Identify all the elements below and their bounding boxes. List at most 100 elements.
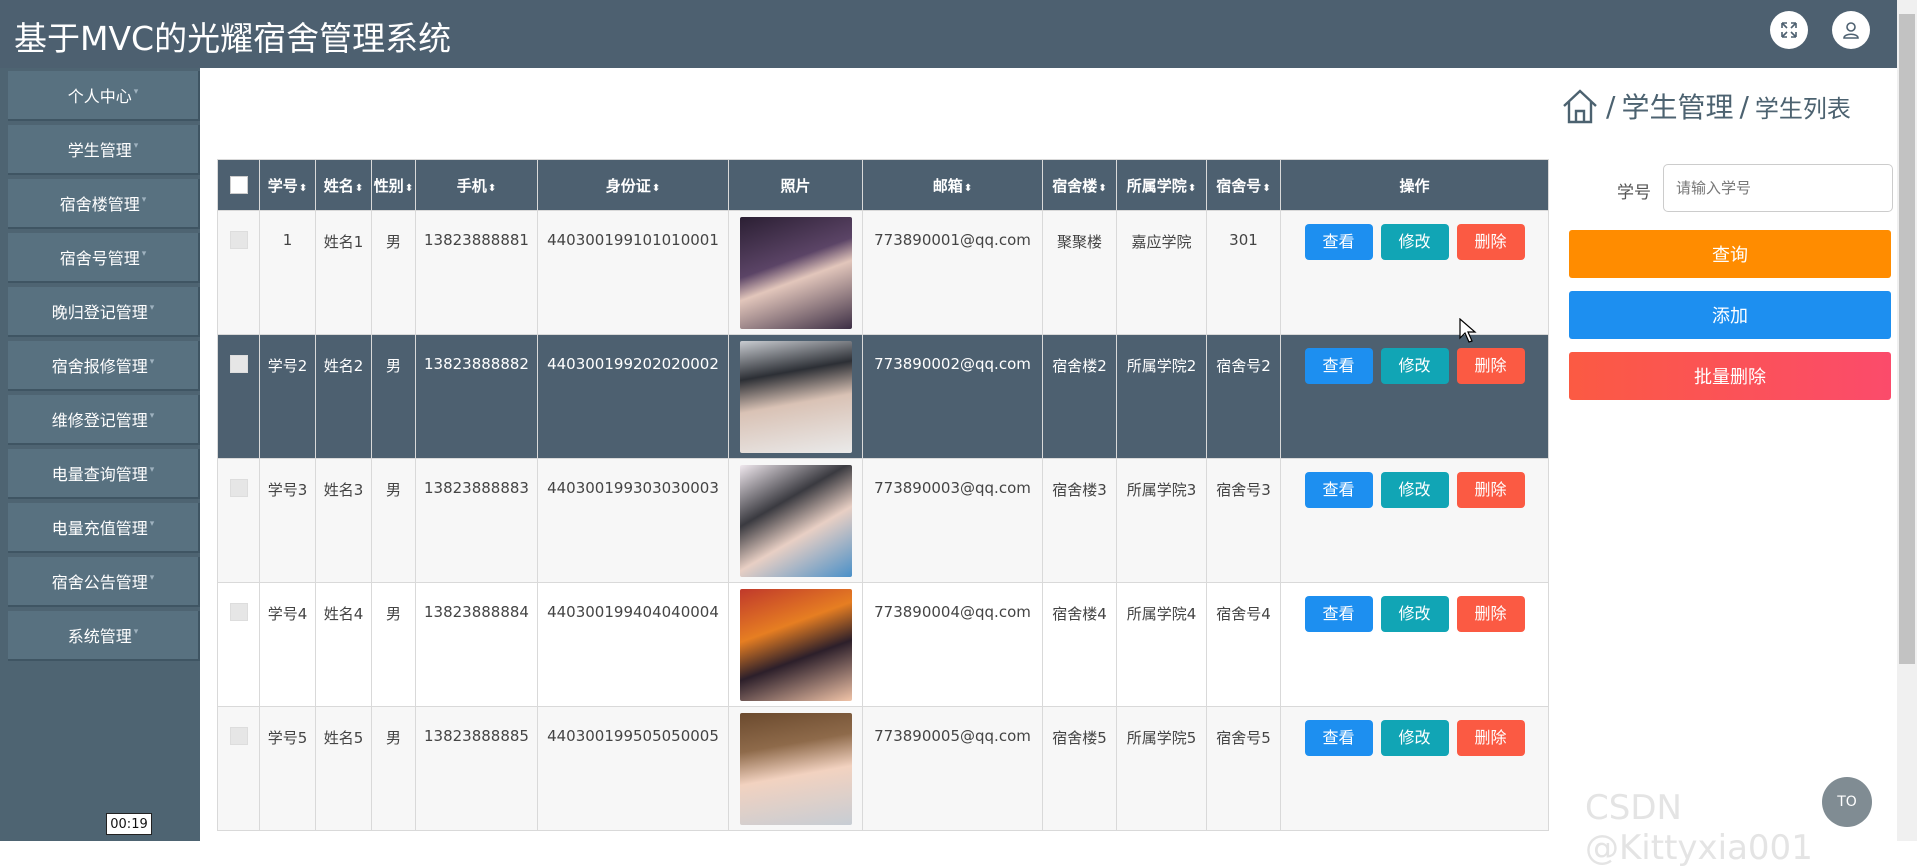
cell-gender: 男 (371, 706, 416, 831)
view-button[interactable]: 查看 (1304, 596, 1373, 632)
sidebar-item-power-recharge[interactable]: 电量充值管理 ▾ (8, 503, 200, 553)
add-button[interactable]: 添加 (1569, 291, 1891, 339)
column-header-email[interactable]: 邮箱⬍ (862, 159, 1043, 211)
sidebar-item-late-return[interactable]: 晚归登记管理 ▾ (8, 287, 200, 337)
sidebar-item-room[interactable]: 宿舍号管理 ▾ (8, 233, 200, 283)
page-scrollbar-thumb[interactable] (1899, 14, 1915, 664)
fullscreen-button[interactable] (1770, 11, 1808, 49)
watermark: CSDN @Kittyxia001 (1585, 788, 1813, 868)
caret-down-icon: ▾ (149, 465, 155, 475)
sidebar-item-power-query[interactable]: 电量查询管理 ▾ (8, 449, 200, 499)
batch-delete-button[interactable]: 批量删除 (1569, 352, 1891, 400)
delete-button[interactable]: 删除 (1456, 596, 1525, 632)
edit-button[interactable]: 修改 (1380, 596, 1449, 632)
sort-icon[interactable]: ⬍ (355, 183, 363, 194)
column-header-idcard[interactable]: 身份证⬍ (537, 159, 729, 211)
breadcrumb-student-management[interactable]: 学生管理 (1621, 86, 1733, 126)
sidebar-item-repair-request[interactable]: 宿舍报修管理 ▾ (8, 341, 200, 391)
cell-actions: 查看 修改 删除 (1280, 334, 1549, 459)
column-header-room[interactable]: 宿舍号⬍ (1206, 159, 1281, 211)
sidebar: 个人中心 ▾ 学生管理 ▾ 宿舍楼管理 ▾ 宿舍号管理 ▾ 晚归登记管理 ▾ 宿舍报修管理… (0, 68, 200, 841)
sidebar-item-student[interactable]: 学生管理 ▾ (8, 125, 200, 175)
view-button[interactable]: 查看 (1304, 224, 1373, 260)
column-header-gender[interactable]: 性别⬍ (371, 159, 416, 211)
delete-button[interactable]: 删除 (1456, 472, 1525, 508)
column-header-phone[interactable]: 手机⬍ (415, 159, 538, 211)
cell-idcard: 440300199505050005 (537, 706, 729, 831)
user-icon (1843, 22, 1859, 39)
sidebar-item-building[interactable]: 宿舍楼管理 ▾ (8, 179, 200, 229)
cell-room: 301 (1206, 210, 1281, 335)
cell-building: 聚聚楼 (1042, 210, 1117, 335)
cell-name: 姓名4 (315, 582, 372, 707)
cell-phone: 13823888881 (415, 210, 538, 335)
row-checkbox-cell[interactable] (217, 334, 260, 459)
video-timestamp: 00:19 (106, 813, 152, 835)
select-all-checkbox[interactable] (229, 176, 248, 194)
column-header-id[interactable]: 学号⬍ (259, 159, 316, 211)
row-checkbox-cell[interactable] (217, 706, 260, 831)
sort-icon[interactable]: ⬍ (488, 183, 496, 194)
home-icon[interactable] (1560, 86, 1600, 126)
sort-icon[interactable]: ⬍ (405, 183, 413, 194)
row-checkbox-cell[interactable] (217, 458, 260, 583)
delete-button[interactable]: 删除 (1456, 224, 1525, 260)
column-header-building[interactable]: 宿舍楼⬍ (1042, 159, 1117, 211)
view-button[interactable]: 查看 (1304, 472, 1373, 508)
row-checkbox[interactable] (229, 355, 248, 373)
select-all-cell[interactable] (217, 159, 260, 211)
cell-room: 宿舍号5 (1206, 706, 1281, 831)
caret-down-icon: ▾ (133, 627, 139, 637)
row-checkbox[interactable] (229, 231, 248, 249)
column-label: 照片 (780, 176, 811, 195)
sort-icon[interactable]: ⬍ (1262, 183, 1270, 194)
table-row[interactable]: 学号5 姓名5 男 13823888885 440300199505050005… (217, 706, 1549, 831)
cell-name: 姓名3 (315, 458, 372, 583)
cell-actions: 查看 修改 删除 (1280, 210, 1549, 335)
sidebar-item-system[interactable]: 系统管理 ▾ (8, 611, 200, 661)
sort-icon[interactable]: ⬍ (964, 183, 972, 194)
query-button[interactable]: 查询 (1569, 230, 1891, 278)
row-checkbox[interactable] (229, 603, 248, 621)
sidebar-item-notice[interactable]: 宿舍公告管理 ▾ (8, 557, 200, 607)
top-header-bar: 基于MVC的光耀宿舍管理系统 (0, 0, 1917, 68)
table-row[interactable]: 学号4 姓名4 男 13823888884 440300199404040004… (217, 582, 1549, 707)
user-button[interactable] (1832, 11, 1870, 49)
sort-icon[interactable]: ⬍ (652, 183, 660, 194)
column-label: 学号 (267, 176, 298, 195)
cell-college: 所属学院3 (1116, 458, 1207, 583)
column-label: 手机 (456, 176, 487, 195)
cell-email: 773890005@qq.com (862, 706, 1043, 831)
table-row[interactable]: 1 姓名1 男 13823888881 440300199101010001 7… (217, 210, 1549, 335)
row-checkbox[interactable] (229, 479, 248, 497)
edit-button[interactable]: 修改 (1380, 472, 1449, 508)
sidebar-item-label: 宿舍报修管理 (51, 357, 148, 376)
sort-icon[interactable]: ⬍ (1188, 183, 1196, 194)
caret-down-icon: ▾ (141, 195, 147, 205)
cell-idcard: 440300199303030003 (537, 458, 729, 583)
student-id-search-input[interactable] (1663, 164, 1893, 212)
cell-email: 773890002@qq.com (862, 334, 1043, 459)
sidebar-item-repair-record[interactable]: 维修登记管理 ▾ (8, 395, 200, 445)
row-checkbox-cell[interactable] (217, 210, 260, 335)
row-checkbox[interactable] (229, 727, 248, 745)
delete-button[interactable]: 删除 (1456, 720, 1525, 756)
cell-phone: 13823888885 (415, 706, 538, 831)
column-header-college[interactable]: 所属学院⬍ (1116, 159, 1207, 211)
edit-button[interactable]: 修改 (1380, 348, 1449, 384)
column-header-name[interactable]: 姓名⬍ (315, 159, 372, 211)
view-button[interactable]: 查看 (1304, 720, 1373, 756)
table-row[interactable]: 学号3 姓名3 男 13823888883 440300199303030003… (217, 458, 1549, 583)
sort-icon[interactable]: ⬍ (299, 183, 307, 194)
delete-button[interactable]: 删除 (1456, 348, 1525, 384)
sidebar-item-label: 宿舍公告管理 (51, 573, 148, 592)
edit-button[interactable]: 修改 (1380, 720, 1449, 756)
sidebar-item-personal-center[interactable]: 个人中心 ▾ (8, 71, 200, 121)
table-header-row: 学号⬍ 姓名⬍ 性别⬍ 手机⬍ 身份证⬍ 照片 邮箱⬍ 宿舍楼⬍ 所属学院⬍ 宿… (217, 159, 1549, 211)
cell-room: 宿舍号4 (1206, 582, 1281, 707)
sort-icon[interactable]: ⬍ (1098, 183, 1106, 194)
table-row[interactable]: 学号2 姓名2 男 13823888882 440300199202020002… (217, 334, 1549, 459)
view-button[interactable]: 查看 (1304, 348, 1373, 384)
row-checkbox-cell[interactable] (217, 582, 260, 707)
edit-button[interactable]: 修改 (1380, 224, 1449, 260)
